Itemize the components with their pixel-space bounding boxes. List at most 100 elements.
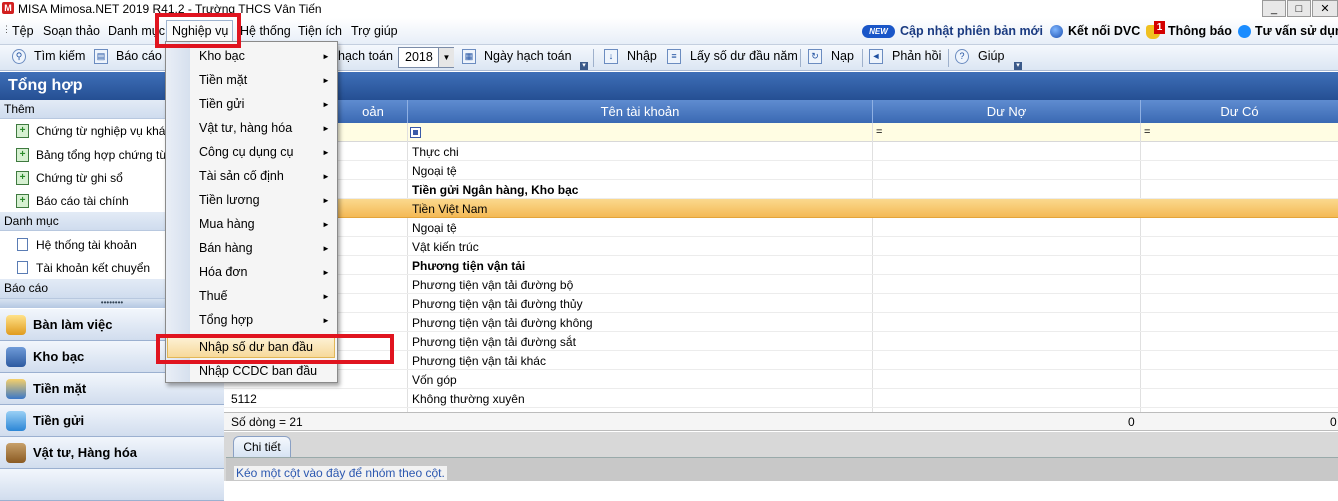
table-row[interactable] [224,256,1338,275]
search-button[interactable]: Tìm kiếm [34,49,85,63]
account-name-cell: Phương tiện vận tải [412,259,526,273]
grid-footer [224,412,1338,431]
report-icon: ▤ [94,49,108,64]
column-header-debit[interactable]: Dư Nợ [873,104,1140,119]
account-name-cell: Ngoại tệ [412,164,457,178]
minimize-button[interactable]: _ [1262,0,1286,17]
dropdown-item-tai-san-co-dinh[interactable]: Tài sản cố định [199,169,284,183]
close-button[interactable]: ✕ [1312,0,1338,17]
filter-row[interactable] [224,123,1338,142]
table-row[interactable] [224,218,1338,237]
dropdown-item-ban-hang[interactable]: Bán hàng [199,241,253,255]
filter-operator-debit[interactable]: = [876,126,882,138]
nav-vat-tu-hang-hoa[interactable]: Vật tư, Hàng hóa [0,437,224,469]
opening-balance-button[interactable]: Lấy số dư đầu năm [690,49,798,63]
chevron-down-icon[interactable]: ▼ [438,48,454,67]
sidebar-item-bang-tong-hop[interactable]: Bảng tổng hợp chứng từ cù [36,148,183,162]
notify-link[interactable]: Thông báo [1168,24,1232,38]
submenu-arrow-icon: ► [322,100,330,109]
globe-icon [1050,25,1063,38]
maximize-button[interactable]: □ [1287,0,1311,17]
dropdown-item-tien-luong[interactable]: Tiền lương [199,193,260,207]
cash-icon [6,379,26,399]
tab-chi-tiet[interactable]: Chi tiết [233,436,291,457]
menu-tien-ich[interactable]: Tiện ích [298,24,342,38]
column-header-account-code[interactable]: oản [340,104,406,119]
import-button[interactable]: Nhập [627,49,657,63]
sidebar-item-chung-tu-ghi-so[interactable]: Chứng từ ghi sổ [36,171,123,185]
table-row[interactable] [224,275,1338,294]
table-row[interactable] [224,370,1338,389]
account-name-cell: Tiền gửi Ngân hàng, Kho bạc [412,183,579,197]
load-button[interactable]: Nạp [831,49,854,63]
document-icon [17,261,28,274]
dropdown-item-tien-mat[interactable]: Tiền mặt [199,73,247,87]
dropdown-item-vat-tu-hang-hoa[interactable]: Vật tư, hàng hóa [199,121,292,135]
account-name-cell: Tiền Việt Nam [412,202,488,216]
nav-more[interactable] [0,469,224,501]
new-badge: NEW [862,25,895,38]
column-header-account-name[interactable]: Tên tài khoản [408,104,872,119]
bank-icon [6,347,26,367]
toolbar-divider [593,49,594,67]
menu-soan-thao[interactable]: Soạn thảo [43,24,100,38]
submenu-arrow-icon: ► [322,148,330,157]
account-name-cell: Vật kiến trúc [412,240,479,254]
account-name-cell: Phương tiện vận tải đường bộ [412,278,574,292]
table-row[interactable] [224,313,1338,332]
accounting-year-label: hạch toán [338,49,393,63]
dropdown-item-cong-cu-dung-cu[interactable]: Công cụ dụng cụ [199,145,294,159]
nghiep-vu-dropdown [165,41,338,383]
toolbar-overflow-icon[interactable]: ▾ [1014,62,1022,70]
table-row[interactable] [224,237,1338,256]
filter-checkbox[interactable] [410,127,421,138]
consult-link[interactable]: Tư vấn sử dụng [1255,24,1338,38]
table-row[interactable] [224,389,1338,408]
account-name-cell: Không thường xuyên [412,392,525,406]
toolbar-overflow-icon[interactable]: ▾ [580,62,588,70]
toolbar-divider [948,49,949,67]
sidebar-item-he-thong-tai-khoan[interactable]: Hệ thống tài khoản [36,238,137,252]
submenu-arrow-icon: ► [322,124,330,133]
table-row-selected[interactable] [224,199,1338,218]
calendar-icon: ▦ [462,49,476,64]
table-row[interactable] [224,180,1338,199]
menu-he-thong[interactable]: Hệ thống [240,24,291,38]
accounting-date-button[interactable]: Ngày hạch toán [484,49,572,63]
refresh-icon: ↻ [808,49,822,64]
dropdown-item-tien-gui[interactable]: Tiền gửi [199,97,244,111]
help-icon: ? [955,49,969,64]
dropdown-item-hoa-don[interactable]: Hóa đơn [199,265,248,279]
add-document-icon: + [16,124,29,138]
sidebar-item-chung-tu-nghiep-vu-khac[interactable]: Chứng từ nghiệp vụ khác [36,124,171,138]
sidebar-item-bao-cao-tai-chinh[interactable]: Báo cáo tài chính [36,194,129,208]
nav-tien-gui[interactable]: Tiền gửi [0,405,224,437]
messenger-icon [1238,25,1251,38]
report-button[interactable]: Báo cáo [116,49,162,63]
menu-tro-giup[interactable]: Trợ giúp [351,24,398,38]
filter-operator-credit[interactable]: = [1144,126,1150,138]
app-logo-icon: M [2,2,14,14]
feedback-button[interactable]: Phản hồi [892,49,941,63]
dropdown-item-kho-bac[interactable]: Kho bạc [199,49,245,63]
submenu-arrow-icon: ► [322,292,330,301]
dvc-link[interactable]: Kết nối DVC [1068,24,1140,38]
update-link[interactable]: Cập nhật phiên bản mới [900,24,1043,38]
notify-count-badge: 1 [1154,21,1165,34]
dropdown-item-tong-hop[interactable]: Tổng hợp [199,313,253,327]
goods-icon [6,443,26,463]
table-row[interactable] [224,161,1338,180]
submenu-arrow-icon: ► [322,316,330,325]
account-name-cell: Phương tiện vận tải khác [412,354,546,368]
column-header-credit[interactable]: Dư Có [1141,104,1338,119]
table-row[interactable] [224,294,1338,313]
sidebar-item-tai-khoan-ket-chuyen[interactable]: Tài khoản kết chuyển [36,261,150,275]
dropdown-item-mua-hang[interactable]: Mua hàng [199,217,255,231]
dropdown-item-nhap-ccdc-ban-dau[interactable]: Nhập CCDC ban đầu [199,364,317,378]
dropdown-item-thue[interactable]: Thuế [199,289,228,303]
table-row[interactable] [224,142,1338,161]
menu-tep[interactable]: Tệp [12,24,34,38]
submenu-arrow-icon: ► [322,172,330,181]
help-button[interactable]: Giúp [978,49,1004,63]
account-name-cell: Phương tiện vận tải đường thủy [412,297,583,311]
